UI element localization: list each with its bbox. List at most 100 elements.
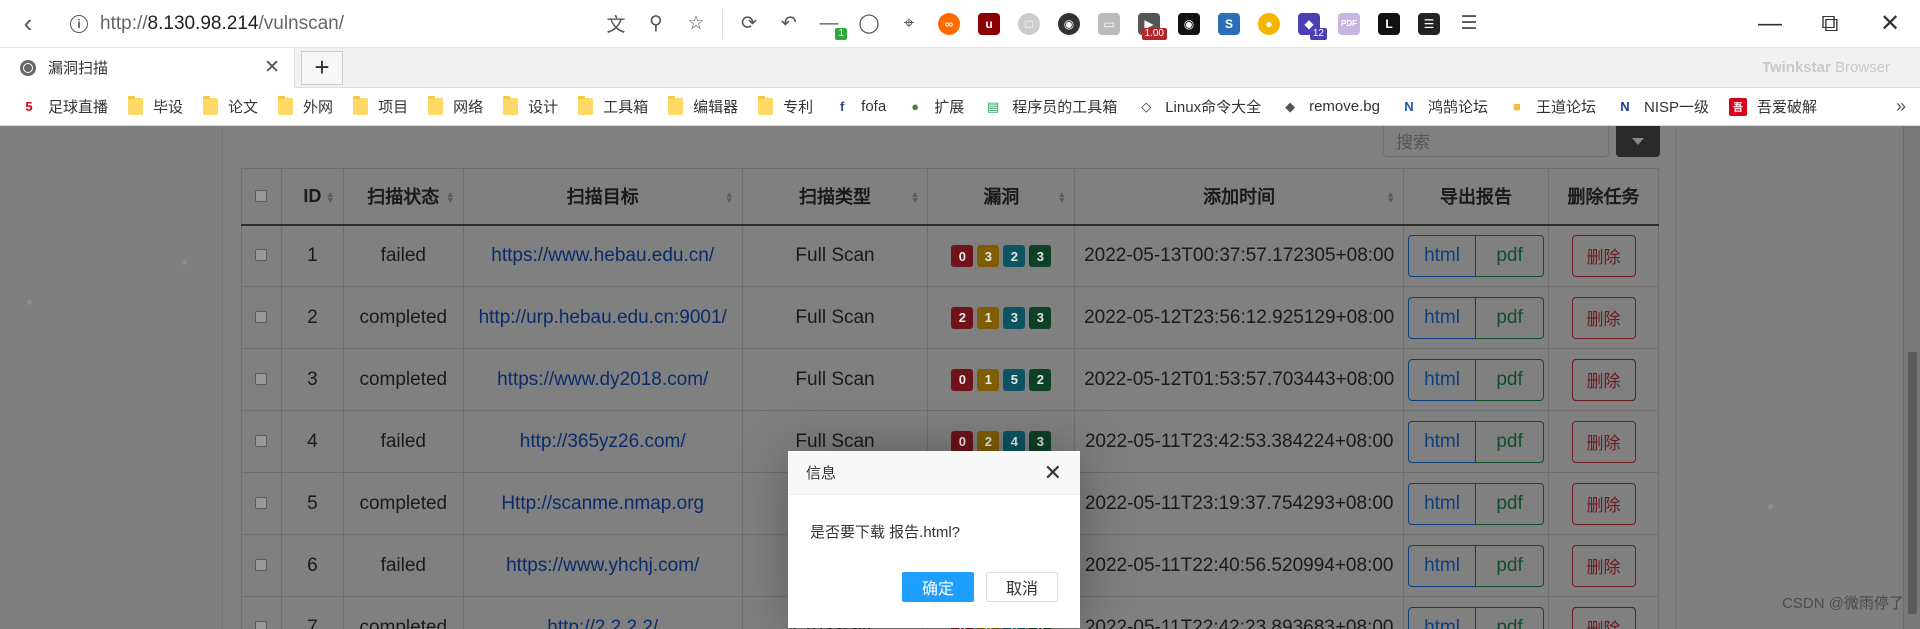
delete-task-button[interactable]: 删除 bbox=[1571, 606, 1636, 629]
search-input[interactable]: 搜索 bbox=[1383, 126, 1609, 157]
row-checkbox[interactable] bbox=[255, 620, 268, 629]
bookmark-item[interactable]: 网络 bbox=[428, 96, 483, 117]
row-checkbox[interactable] bbox=[255, 248, 268, 261]
bookmark-item[interactable]: ● 扩展 bbox=[906, 96, 964, 117]
record-icon[interactable]: ◉ bbox=[1049, 0, 1089, 48]
delete-task-button[interactable]: 删除 bbox=[1571, 482, 1636, 525]
back-icon[interactable]: ‹ bbox=[0, 0, 56, 48]
bookmark-item[interactable]: 专利 bbox=[758, 96, 813, 117]
export-pdf-button[interactable]: pdf bbox=[1476, 420, 1545, 463]
row-checkbox[interactable] bbox=[255, 496, 268, 509]
export-html-button[interactable]: html bbox=[1408, 420, 1477, 463]
bookmark-item[interactable]: 项目 bbox=[353, 96, 408, 117]
screen-icon[interactable]: ▭ bbox=[1089, 0, 1129, 48]
menu-icon[interactable]: ☰ bbox=[1449, 0, 1489, 48]
header-target[interactable]: 扫描目标 ▲ ▼ bbox=[462, 168, 743, 226]
header-added-time[interactable]: 添加时间 ▲ ▼ bbox=[1074, 168, 1405, 226]
target-link[interactable]: https://www.yhchj.com/ bbox=[506, 555, 699, 576]
profile-icon[interactable]: ◯ bbox=[849, 0, 889, 48]
row-checkbox[interactable] bbox=[255, 310, 268, 323]
delete-task-button[interactable]: 删除 bbox=[1571, 544, 1636, 587]
export-html-button[interactable]: html bbox=[1408, 234, 1477, 277]
export-html-button[interactable]: html bbox=[1408, 482, 1477, 525]
header-id[interactable]: ID ▲ ▼ bbox=[280, 168, 344, 226]
search-options-button[interactable] bbox=[1616, 126, 1660, 157]
shield-icon[interactable]: ● bbox=[1249, 0, 1289, 48]
infinity-icon[interactable]: ∞ bbox=[929, 0, 969, 48]
page-scrollbar[interactable] bbox=[1903, 126, 1920, 629]
export-pdf-button[interactable]: pdf bbox=[1476, 234, 1545, 277]
url-text[interactable]: http://8.130.98.214/vulnscan/ bbox=[100, 13, 344, 35]
ublock-icon[interactable]: u bbox=[969, 0, 1009, 48]
ninja-icon[interactable]: ☰ bbox=[1409, 0, 1449, 48]
header-select-all[interactable] bbox=[241, 168, 282, 226]
export-html-button[interactable]: html bbox=[1408, 296, 1477, 339]
bookmark-item[interactable]: N 鸿鹄论坛 bbox=[1400, 96, 1488, 117]
dialog-close-icon[interactable]: ✕ bbox=[1044, 460, 1062, 486]
cancel-button[interactable]: 取消 bbox=[986, 572, 1058, 602]
bookmark-item[interactable]: ◇ Linux命令大全 bbox=[1137, 96, 1261, 117]
image-icon[interactable]: □ bbox=[1009, 0, 1049, 48]
export-pdf-button[interactable]: pdf bbox=[1476, 606, 1545, 629]
translate-icon[interactable]: 文 bbox=[596, 0, 636, 48]
delete-task-button[interactable]: 删除 bbox=[1571, 296, 1636, 339]
bookmark-item[interactable]: 5 足球直播 bbox=[20, 96, 108, 117]
bookmark-item[interactable]: 外网 bbox=[278, 96, 333, 117]
row-checkbox[interactable] bbox=[255, 434, 268, 447]
target-link[interactable]: http://2.2.2.2/ bbox=[547, 617, 658, 629]
new-tab-button[interactable]: + bbox=[301, 50, 343, 85]
close-tab-icon[interactable]: ✕ bbox=[264, 56, 280, 79]
close-window-icon[interactable]: ✕ bbox=[1860, 0, 1920, 48]
export-pdf-button[interactable]: pdf bbox=[1476, 544, 1545, 587]
export-html-button[interactable]: html bbox=[1408, 544, 1477, 587]
tab-vulnscan[interactable]: 漏洞扫描 ✕ bbox=[0, 47, 295, 88]
minimize-icon[interactable]: — bbox=[1740, 0, 1800, 48]
refresh-icon[interactable]: ⟳ bbox=[729, 0, 769, 48]
bookmark-item[interactable]: 毕设 bbox=[128, 96, 183, 117]
export-html-button[interactable]: html bbox=[1408, 606, 1477, 629]
target-link[interactable]: Http://scanme.nmap.org bbox=[501, 493, 704, 514]
bookmark-item[interactable]: ■ 王道论坛 bbox=[1508, 96, 1596, 117]
header-vulns[interactable]: 漏洞 ▲ ▼ bbox=[927, 168, 1076, 226]
delete-task-button[interactable]: 删除 bbox=[1571, 358, 1636, 401]
tabs-icon[interactable]: ◆ 12 bbox=[1289, 0, 1329, 48]
export-pdf-button[interactable]: pdf bbox=[1476, 358, 1545, 401]
bookmark-item[interactable]: N NISP一级 bbox=[1616, 96, 1709, 117]
address-bar[interactable]: i http://8.130.98.214/vulnscan/ bbox=[56, 0, 596, 48]
row-checkbox[interactable] bbox=[255, 372, 268, 385]
bookmark-item[interactable]: 工具箱 bbox=[578, 96, 648, 117]
target-link[interactable]: http://365yz26.com/ bbox=[520, 431, 686, 452]
pdf-icon[interactable]: PDF bbox=[1329, 0, 1369, 48]
export-pdf-button[interactable]: pdf bbox=[1476, 296, 1545, 339]
bookmark-star-icon[interactable]: ☆ bbox=[676, 0, 716, 48]
l-logo-icon[interactable]: L bbox=[1369, 0, 1409, 48]
bookmark-item[interactable]: 设计 bbox=[503, 96, 558, 117]
delete-task-button[interactable]: 删除 bbox=[1571, 420, 1636, 463]
export-pdf-button[interactable]: pdf bbox=[1476, 482, 1545, 525]
bookmark-item[interactable]: ◆ remove.bg bbox=[1281, 98, 1380, 116]
bookmark-item[interactable]: f fofa bbox=[833, 98, 886, 116]
bookmark-item[interactable]: ▤ 程序员的工具箱 bbox=[984, 96, 1117, 117]
export-html-button[interactable]: html bbox=[1408, 358, 1477, 401]
target-link[interactable]: https://www.hebau.edu.cn/ bbox=[491, 245, 714, 266]
bookmark-item[interactable]: 编辑器 bbox=[668, 96, 738, 117]
row-checkbox[interactable] bbox=[255, 558, 268, 571]
restore-icon[interactable]: ⧉ bbox=[1800, 0, 1860, 48]
header-status[interactable]: 扫描状态 ▲ ▼ bbox=[342, 168, 464, 226]
mask-icon[interactable]: ◉ bbox=[1169, 0, 1209, 48]
target-link[interactable]: http://urp.hebau.edu.cn:9001/ bbox=[479, 307, 727, 328]
s-logo-icon[interactable]: S bbox=[1209, 0, 1249, 48]
confirm-button[interactable]: 确定 bbox=[902, 572, 974, 602]
more-bookmarks-icon[interactable]: » bbox=[1896, 96, 1906, 117]
zoom-icon[interactable]: ⚲ bbox=[636, 0, 676, 48]
scrollbar-thumb[interactable] bbox=[1908, 352, 1917, 614]
target-link[interactable]: https://www.dy2018.com/ bbox=[497, 369, 708, 390]
bookmark-item[interactable]: 吾吾爱破解 bbox=[1729, 96, 1817, 117]
select-all-checkbox[interactable] bbox=[255, 189, 268, 202]
site-info-icon[interactable]: i bbox=[70, 14, 88, 33]
bookmark-item[interactable]: 论文 bbox=[203, 96, 258, 117]
header-type[interactable]: 扫描类型 ▲ ▼ bbox=[741, 168, 929, 226]
extension-badge-icon[interactable]: —1 bbox=[809, 0, 849, 48]
delete-task-button[interactable]: 删除 bbox=[1571, 234, 1636, 277]
undo-icon[interactable]: ↶ bbox=[769, 0, 809, 48]
